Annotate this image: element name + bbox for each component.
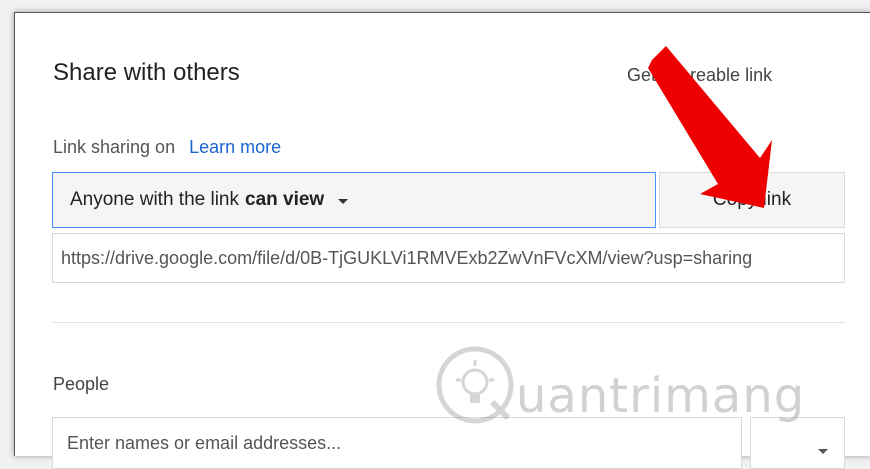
link-sharing-status: Link sharing on [53,137,176,157]
people-input[interactable] [52,417,742,469]
learn-more-link[interactable]: Learn more [189,137,281,157]
permission-dropdown[interactable] [750,417,845,469]
copy-link-button[interactable]: Copy link [659,172,845,228]
people-label: People [53,374,110,394]
access-prefix: Anyone with the link [70,189,239,210]
share-dialog: Share with others Get shareable link Lin… [14,12,870,469]
section-divider [52,322,845,323]
dialog-title: Share with others [53,59,240,86]
caret-down-icon [338,198,349,204]
caret-down-icon [818,449,828,454]
access-level: can view [245,189,325,210]
get-shareable-link[interactable]: Get shareable link [627,65,772,86]
link-sharing-row: Link sharing on Learn more [53,137,281,158]
share-url-field[interactable] [52,233,845,283]
link-access-dropdown[interactable]: Anyone with the link can view [52,172,656,228]
